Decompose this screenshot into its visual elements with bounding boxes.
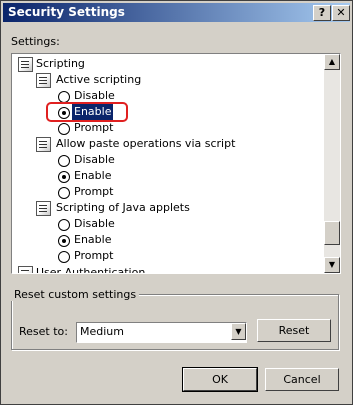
settings-label: Settings:: [11, 35, 60, 48]
scroll-up-button[interactable]: ▲: [324, 54, 340, 70]
radio-button[interactable]: [58, 251, 70, 263]
vertical-scrollbar[interactable]: ▲ ▼: [324, 54, 340, 273]
reset-to-value: Medium: [80, 325, 124, 338]
window-title: Security Settings: [8, 5, 125, 19]
option-label: Disable: [74, 217, 115, 230]
scroll-thumb[interactable]: [324, 221, 340, 245]
reset-group-legend: Reset custom settings: [11, 288, 140, 301]
scroll-down-button[interactable]: ▼: [324, 257, 340, 273]
option-label: Disable: [74, 153, 115, 166]
tree-item-label: User Authentication: [36, 266, 146, 274]
option-label: Enable: [74, 233, 112, 246]
option-label: Prompt: [74, 249, 114, 262]
radio-button[interactable]: [58, 219, 70, 231]
radio-button-selected[interactable]: [58, 235, 70, 247]
ok-button[interactable]: OK: [182, 367, 258, 392]
settings-group-icon: [36, 73, 51, 88]
help-button[interactable]: ?: [313, 5, 331, 21]
reset-button[interactable]: Reset: [257, 319, 331, 342]
settings-group-icon: [36, 137, 51, 152]
settings-group-icon: [36, 201, 51, 216]
settings-group-icon: [18, 57, 33, 72]
user-auth-icon: [18, 266, 33, 273]
group-label: Allow paste operations via script: [56, 137, 236, 150]
radio-button[interactable]: [58, 155, 70, 167]
group-label: Active scripting: [56, 73, 142, 86]
option-label: Enable: [74, 169, 112, 182]
radio-button[interactable]: [58, 187, 70, 199]
cancel-button[interactable]: Cancel: [265, 368, 339, 391]
settings-tree[interactable]: Scripting Active scripting Disable Enabl…: [11, 53, 341, 274]
security-settings-dialog: Security Settings ? ✕ Settings: Scriptin…: [0, 0, 353, 405]
reset-to-dropdown[interactable]: Medium ▼: [76, 322, 247, 343]
close-button[interactable]: ✕: [332, 5, 350, 21]
title-bar[interactable]: Security Settings ? ✕: [3, 3, 350, 22]
reset-to-label: Reset to:: [19, 325, 68, 338]
option-label: Prompt: [74, 121, 114, 134]
dropdown-arrow-icon[interactable]: ▼: [231, 323, 246, 340]
option-label: Prompt: [74, 185, 114, 198]
tree-root-label: Scripting: [36, 57, 85, 70]
radio-button[interactable]: [58, 123, 70, 135]
annotation-highlight-ring: [46, 102, 128, 122]
group-label: Scripting of Java applets: [56, 201, 190, 214]
radio-button-selected[interactable]: [58, 171, 70, 183]
